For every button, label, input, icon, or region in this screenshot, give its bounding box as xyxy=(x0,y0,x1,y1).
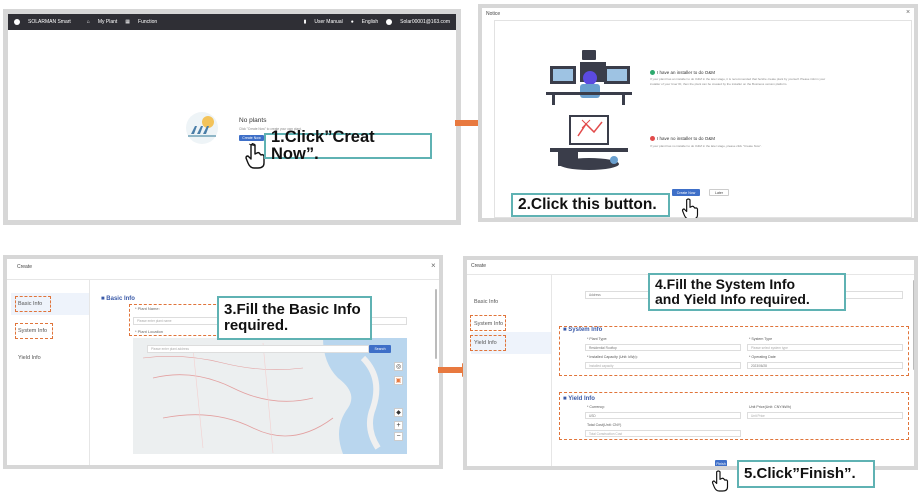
nav-my-plant[interactable]: My Plant xyxy=(98,19,117,25)
step-3-callout-line-2: required. xyxy=(224,317,289,334)
option-2-title-text: I have no installer to do O&M xyxy=(657,136,716,141)
unit-price-label: Unit Price(Unit: CNY/kWh) xyxy=(749,405,792,409)
no-installer-illustration xyxy=(550,115,628,170)
step-3-callout: 3.Fill the Basic Info required. xyxy=(217,296,372,340)
panel-1-frame: SOLARMAN Smart ⌂ My Plant ▦ Function ▮ U… xyxy=(3,9,461,225)
language-select[interactable]: English xyxy=(362,19,378,25)
highlight-system-info-sidebar xyxy=(15,323,53,339)
option-2-desc: If your plant has no installer to do O&M… xyxy=(650,144,762,148)
app-logo-icon xyxy=(14,19,20,25)
yield-info-section-title: ■ Yield Info xyxy=(563,396,595,402)
sidebar-divider xyxy=(89,280,90,465)
manual-icon[interactable]: ▮ xyxy=(304,19,307,25)
pointer-hand-icon xyxy=(711,470,729,492)
system-type-select[interactable]: Please select system type xyxy=(747,344,903,351)
option-1-title: I have an installer to do O&M xyxy=(650,70,715,75)
total-cost-label: Total Cost(Unit: CNY) xyxy=(587,423,622,427)
currency-label: * Currency: xyxy=(587,405,605,409)
highlight-basic-info-fields xyxy=(129,304,221,336)
no-plants-illustration xyxy=(186,112,218,144)
map-zoom-in-icon[interactable]: + xyxy=(394,421,403,430)
step-4-callout: 4.Fill the System Info and Yield Info re… xyxy=(648,273,846,311)
map-layer-icon[interactable]: ▣ xyxy=(394,376,403,385)
app-name: SOLARMAN Smart xyxy=(28,19,71,25)
operating-date-input[interactable]: 2023/06/28 xyxy=(747,362,903,369)
highlight-yield-info-sidebar xyxy=(470,335,506,351)
location-map[interactable] xyxy=(133,338,407,454)
warning-circle-icon xyxy=(650,136,655,141)
pointer-hand-icon xyxy=(681,198,699,218)
location-search-button[interactable]: Search xyxy=(369,345,391,353)
notice-create-now-button[interactable]: Create Now xyxy=(672,189,700,196)
create-dialog-title: Create xyxy=(17,264,33,270)
sidebar-item-yield-info[interactable]: Yield Info xyxy=(15,352,41,364)
option-1-desc-line-1: If your plant has an installer to do O&M… xyxy=(650,77,826,81)
highlight-basic-info-sidebar xyxy=(15,296,51,312)
map-image xyxy=(133,338,407,454)
avatar[interactable] xyxy=(386,19,393,25)
nav-function[interactable]: Function xyxy=(138,19,157,25)
currency-select[interactable]: USD xyxy=(585,412,741,419)
close-icon[interactable]: × xyxy=(431,261,436,270)
function-icon[interactable]: ▦ xyxy=(125,19,130,25)
bell-icon[interactable]: ● xyxy=(351,19,354,25)
yield-info-section-text: Yield Info xyxy=(568,396,595,402)
sidebar-divider xyxy=(551,275,552,466)
notice-dialog-title: Notice xyxy=(486,11,501,17)
create-dialog-title: Create xyxy=(471,263,487,269)
close-icon[interactable]: × xyxy=(906,9,910,16)
option-2-title: I have no installer to do O&M xyxy=(650,136,715,141)
system-info-section-title: ■ System Info xyxy=(563,327,603,333)
sidebar-item-basic-info[interactable]: Basic Info xyxy=(471,296,498,308)
plant-type-label: * Plant Type: xyxy=(587,337,608,341)
plant-type-select[interactable]: Residential Rooftop xyxy=(585,344,741,351)
installed-capacity-input[interactable]: Installed capacity xyxy=(585,362,741,369)
home-icon[interactable]: ⌂ xyxy=(87,19,90,25)
panel-2-frame: Notice × I have an installer to do O&M I… xyxy=(478,4,918,222)
basic-info-section-text: Basic Info xyxy=(106,296,135,302)
dialog-divider xyxy=(7,279,439,280)
system-type-label: * System Type xyxy=(749,337,773,341)
system-info-section-text: System Info xyxy=(568,327,603,333)
step-5-callout: 5.Click”Finish”. xyxy=(737,460,875,488)
option-1-desc-line-2: installer of your User ID, then the plan… xyxy=(650,82,788,86)
unit-price-input[interactable]: Unit Price xyxy=(747,412,903,419)
map-locate-icon[interactable]: ◎ xyxy=(394,362,403,371)
map-compass-icon[interactable]: ◆ xyxy=(394,408,403,417)
later-button[interactable]: Later xyxy=(709,189,729,196)
highlight-system-info-sidebar xyxy=(470,315,506,331)
finish-button[interactable]: Finish xyxy=(715,460,727,466)
step-2-callout: 2.Click this button. xyxy=(511,193,670,217)
map-zoom-out-icon[interactable]: − xyxy=(394,432,403,441)
location-search-input[interactable]: Please enter plant address xyxy=(147,345,369,353)
step-3-callout-line-1: 3.Fill the Basic Info xyxy=(224,301,361,319)
step-4-callout-line-2: and Yield Info required. xyxy=(655,291,810,307)
total-cost-input[interactable]: Total Construction Cost xyxy=(585,430,741,437)
user-manual-link[interactable]: User Manual xyxy=(314,19,342,25)
step-4-callout-line-1: 4.Fill the System Info xyxy=(655,276,796,293)
panel-3-frame: Create × Basic Info System Info Yield In… xyxy=(3,255,443,469)
installer-illustration xyxy=(546,50,632,105)
create-now-button[interactable]: Create Now xyxy=(239,135,264,141)
step-1-callout: 1.Click”Creat Now”. xyxy=(264,128,432,163)
dialog-scrollbar[interactable] xyxy=(435,289,437,359)
basic-info-section-title: ■ Basic Info xyxy=(101,296,135,302)
user-name[interactable]: Solar00001@163.com xyxy=(400,19,450,25)
operating-date-label: * Operating Date xyxy=(749,355,776,359)
check-circle-icon xyxy=(650,70,655,75)
no-plants-title: No plants xyxy=(239,117,267,124)
dialog-scrollbar[interactable] xyxy=(913,280,914,370)
option-1-title-text: I have an installer to do O&M xyxy=(657,70,716,75)
installed-capacity-label: * Installed Capacity (Unit: kWp): xyxy=(587,355,638,359)
app-topbar: SOLARMAN Smart ⌂ My Plant ▦ Function ▮ U… xyxy=(8,14,456,30)
